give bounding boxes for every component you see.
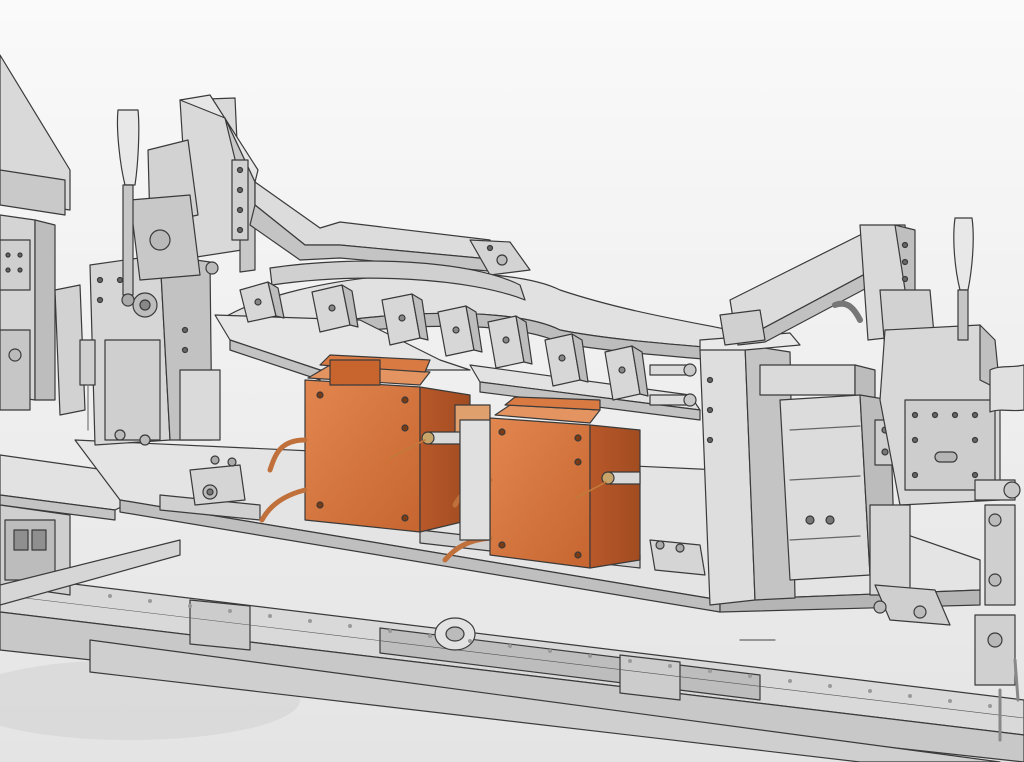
locator-tab [544, 333, 589, 387]
cad-viewport[interactable] [0, 0, 1024, 762]
locator-tab [239, 281, 285, 323]
locator-tab [311, 284, 359, 333]
locator-tab [487, 315, 533, 369]
locator-tab [381, 293, 429, 346]
locator-tab [437, 305, 483, 357]
fixture-render [0, 0, 1024, 762]
locator-tab [604, 345, 649, 401]
